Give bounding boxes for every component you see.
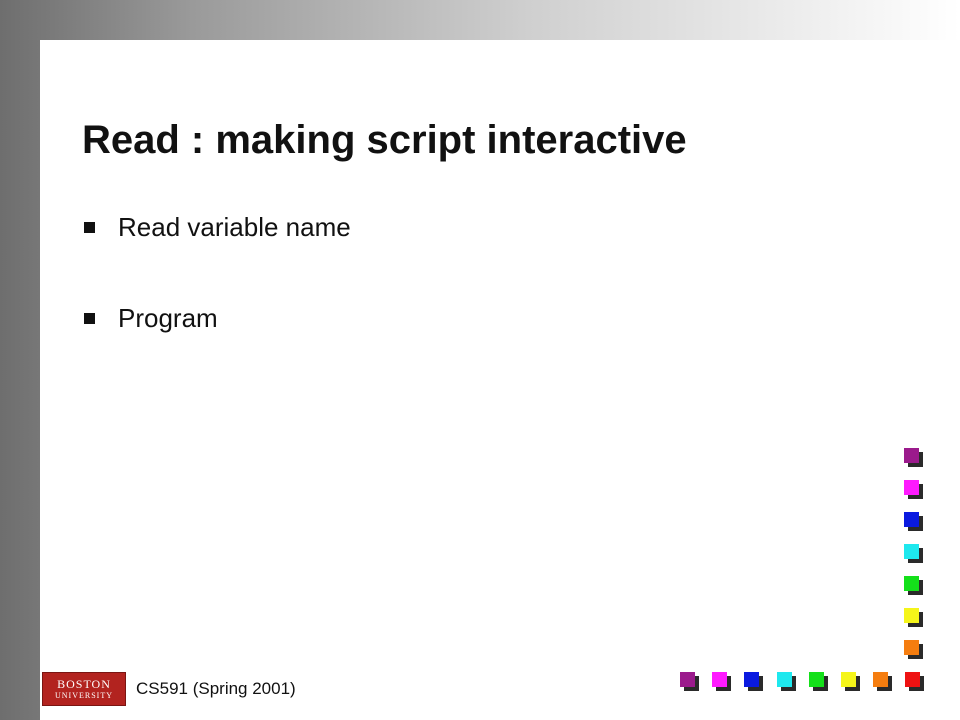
- slide-title: Read : making script interactive: [82, 118, 687, 162]
- bullet-text: Program: [118, 303, 218, 333]
- decorative-square: [744, 672, 764, 691]
- decorative-square: [904, 512, 923, 531]
- decorative-square: [905, 672, 925, 691]
- decorative-square: [904, 640, 923, 659]
- decorative-square: [904, 448, 923, 467]
- footer-course-label: CS591 (Spring 2001): [136, 679, 296, 698]
- decorative-square: [904, 544, 923, 563]
- decorative-square: [712, 672, 732, 691]
- boston-university-logo: BOSTON UNIVERSITY: [42, 672, 126, 706]
- logo-line-1: BOSTON: [57, 676, 111, 691]
- logo-line-2: UNIVERSITY: [55, 690, 113, 700]
- bullet-item: Program: [84, 303, 218, 334]
- square-bullet-icon: [84, 313, 95, 324]
- decorative-square: [680, 672, 699, 691]
- decorative-square: [841, 672, 860, 691]
- decorative-square: [904, 480, 923, 499]
- decorative-square: [904, 576, 923, 595]
- bullet-item: Read variable name: [84, 212, 351, 243]
- bullet-text: Read variable name: [118, 212, 351, 242]
- decorative-square: [904, 608, 923, 627]
- decorative-square: [808, 672, 828, 691]
- decorative-square: [776, 672, 796, 691]
- square-bullet-icon: [84, 222, 95, 233]
- decorative-square: [873, 672, 893, 691]
